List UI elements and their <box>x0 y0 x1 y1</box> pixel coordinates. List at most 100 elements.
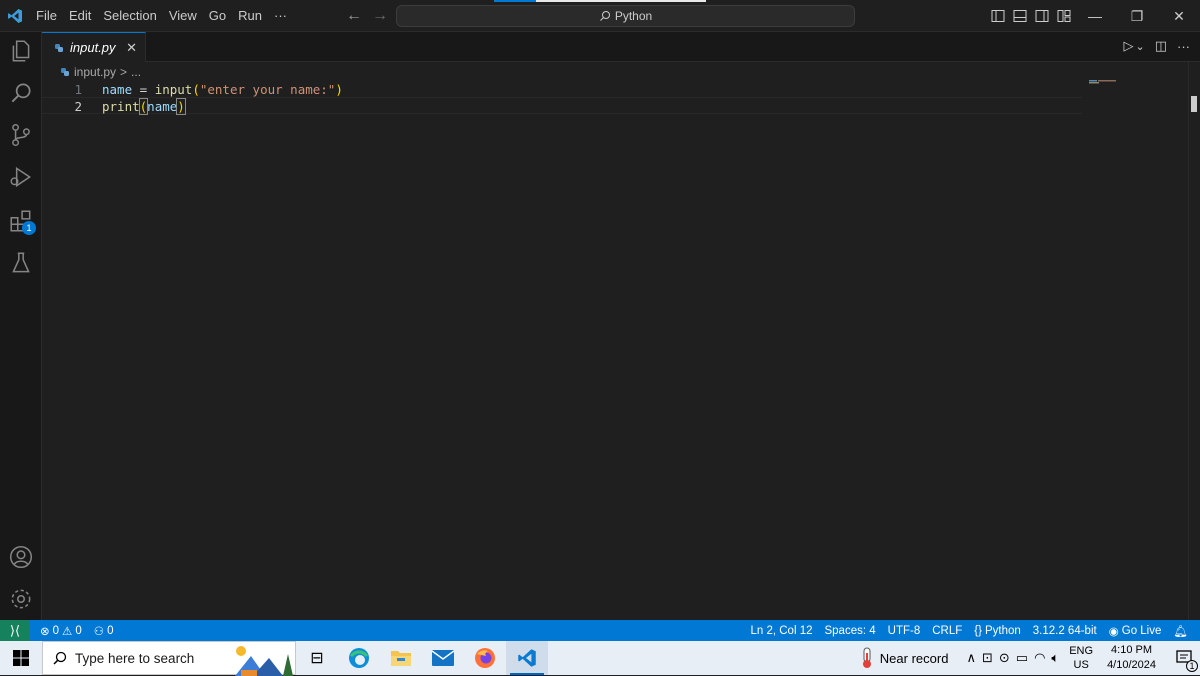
tab-input-py[interactable]: input.py ✕ <box>42 32 146 62</box>
encoding[interactable]: UTF-8 <box>882 625 927 637</box>
indentation[interactable]: Spaces: 4 <box>818 625 881 637</box>
broadcast-icon: ◉ <box>1108 625 1119 638</box>
code-token: = <box>132 82 155 97</box>
code-text: name = input("enter your name:") <box>102 81 343 98</box>
clock-time: 4:10 PM <box>1111 644 1153 656</box>
run-dropdown-icon[interactable]: ⌄ <box>1135 40 1144 53</box>
warning-icon: ⚠ <box>62 625 73 638</box>
action-center-icon[interactable]: 1 <box>1170 641 1200 675</box>
wifi-icon[interactable]: ◠ <box>1034 650 1045 666</box>
firefox-icon[interactable] <box>464 641 506 675</box>
menu-more[interactable]: ··· <box>268 0 293 32</box>
breadcrumb-symbols[interactable]: ... <box>131 65 141 79</box>
code-editor[interactable]: 1 name = input("enter your name:") 2 pri… <box>42 80 1182 620</box>
end-of-line[interactable]: CRLF <box>926 625 968 637</box>
volume-icon[interactable]: 🔈︎ <box>1051 650 1059 666</box>
explorer-icon[interactable] <box>8 38 34 64</box>
clock-date: 4/10/2024 <box>1107 659 1156 671</box>
run-debug-icon[interactable] <box>8 164 34 190</box>
windows-taskbar: Type here to search ⊟ Near record ∧ ⊡ ⊙ … <box>0 641 1200 676</box>
python-file-icon <box>55 43 63 52</box>
more-actions-icon[interactable]: ··· <box>1177 39 1190 54</box>
menu-run[interactable]: Run <box>232 0 268 32</box>
menu-selection[interactable]: Selection <box>97 0 162 32</box>
cursor-position[interactable]: Ln 2, Col 12 <box>744 625 818 637</box>
security-icon[interactable]: ⊡ <box>982 650 993 666</box>
source-control-icon[interactable] <box>8 122 34 148</box>
menu-file[interactable]: File <box>30 0 63 32</box>
vscode-logo-icon <box>0 0 30 32</box>
vertical-scrollbar[interactable] <box>1188 62 1200 620</box>
python-interpreter[interactable]: 3.12.2 64-bit <box>1027 625 1103 637</box>
menu-view[interactable]: View <box>163 0 203 32</box>
clock[interactable]: 4:10 PM 4/10/2024 <box>1107 643 1156 673</box>
code-token: ) <box>335 82 343 97</box>
search-highlight-image-icon <box>235 646 293 676</box>
toggle-panel-icon[interactable] <box>1012 8 1028 24</box>
mail-icon[interactable] <box>422 641 464 675</box>
customize-layout-icon[interactable] <box>1056 8 1072 24</box>
run-python-file-icon[interactable]: ▷ <box>1123 38 1133 54</box>
command-center-label: Python <box>614 9 653 23</box>
window-controls: — ❐ ✕ <box>1074 0 1200 32</box>
breadcrumb-separator: > <box>120 65 128 79</box>
ports-count: 0 <box>107 624 114 637</box>
start-button[interactable] <box>0 641 42 675</box>
thermometer-icon <box>862 647 871 668</box>
warning-count: 0 <box>75 624 82 637</box>
search-icon[interactable] <box>8 80 34 106</box>
breadcrumb-file[interactable]: input.py <box>74 65 116 79</box>
command-center[interactable]: Python <box>396 5 855 27</box>
ports-icon: ⚇ <box>93 625 105 638</box>
show-hidden-icons-chevron-icon[interactable]: ∧ <box>966 650 976 666</box>
problems-status[interactable]: ⊗ 0 ⚠ 0 <box>34 624 88 638</box>
language-label: Python <box>984 624 1021 637</box>
file-explorer-icon[interactable] <box>380 641 422 675</box>
minimize-button[interactable]: — <box>1074 0 1116 32</box>
vscode-taskbar-icon[interactable] <box>506 641 548 675</box>
battery-icon[interactable]: ▭ <box>1016 650 1028 666</box>
toggle-secondary-sidebar-icon[interactable] <box>1034 8 1050 24</box>
edge-browser-icon[interactable] <box>338 641 380 675</box>
testing-icon[interactable] <box>8 250 34 276</box>
back-arrow-icon[interactable]: ← <box>346 7 362 25</box>
toggle-primary-sidebar-icon[interactable] <box>990 8 1006 24</box>
input-language[interactable]: ENG US <box>1069 644 1093 672</box>
remote-indicator-icon[interactable]: ⟩⟨ <box>0 620 30 641</box>
activity-bar: 1 <box>0 32 42 620</box>
code-token: name <box>102 82 133 97</box>
system-tray: Near record ∧ ⊡ ⊙ ▭ ◠ 🔈︎ ENG US 4:10 PM … <box>860 641 1200 675</box>
notifications-bell-icon[interactable]: 🔔︎ <box>1167 624 1194 638</box>
scrollbar-thumb[interactable] <box>1191 96 1197 112</box>
manage-gear-icon[interactable] <box>8 586 34 612</box>
search-icon <box>53 651 67 665</box>
weather-text: Near record <box>879 650 949 666</box>
tab-bar: input.py ✕ ▷ ⌄ ◫ ··· <box>42 32 1200 62</box>
menu-go[interactable]: Go <box>203 0 232 32</box>
accounts-icon[interactable] <box>8 544 34 570</box>
tab-close-icon[interactable]: ✕ <box>126 40 137 56</box>
taskbar-search[interactable]: Type here to search <box>42 641 296 676</box>
split-editor-icon[interactable]: ◫ <box>1155 38 1167 54</box>
code-token: name <box>147 99 178 114</box>
task-view-icon[interactable]: ⊟ <box>296 641 338 675</box>
search-icon <box>599 11 610 21</box>
code-token: "enter your name:" <box>199 82 336 97</box>
close-button[interactable]: ✕ <box>1158 0 1200 32</box>
forward-arrow-icon[interactable]: → <box>372 7 388 25</box>
line-number: 1 <box>74 82 82 97</box>
meet-now-icon[interactable]: ⊙ <box>999 650 1010 666</box>
language-mode[interactable]: {} Python <box>968 625 1027 637</box>
code-text: print(name) <box>102 98 186 115</box>
go-live-button[interactable]: ◉ Go Live <box>1103 624 1168 638</box>
progress-accent <box>494 0 536 2</box>
language-code: ENG <box>1069 645 1094 657</box>
language-region: US <box>1073 659 1089 671</box>
restore-button[interactable]: ❐ <box>1116 0 1158 32</box>
menu-edit[interactable]: Edit <box>63 0 97 32</box>
weather-widget[interactable]: Near record <box>860 647 949 669</box>
minimap[interactable] <box>1089 80 1119 84</box>
ports-status[interactable]: ⚇ 0 <box>88 624 120 638</box>
windows-logo-icon <box>13 650 29 666</box>
code-token: ( <box>192 82 200 97</box>
